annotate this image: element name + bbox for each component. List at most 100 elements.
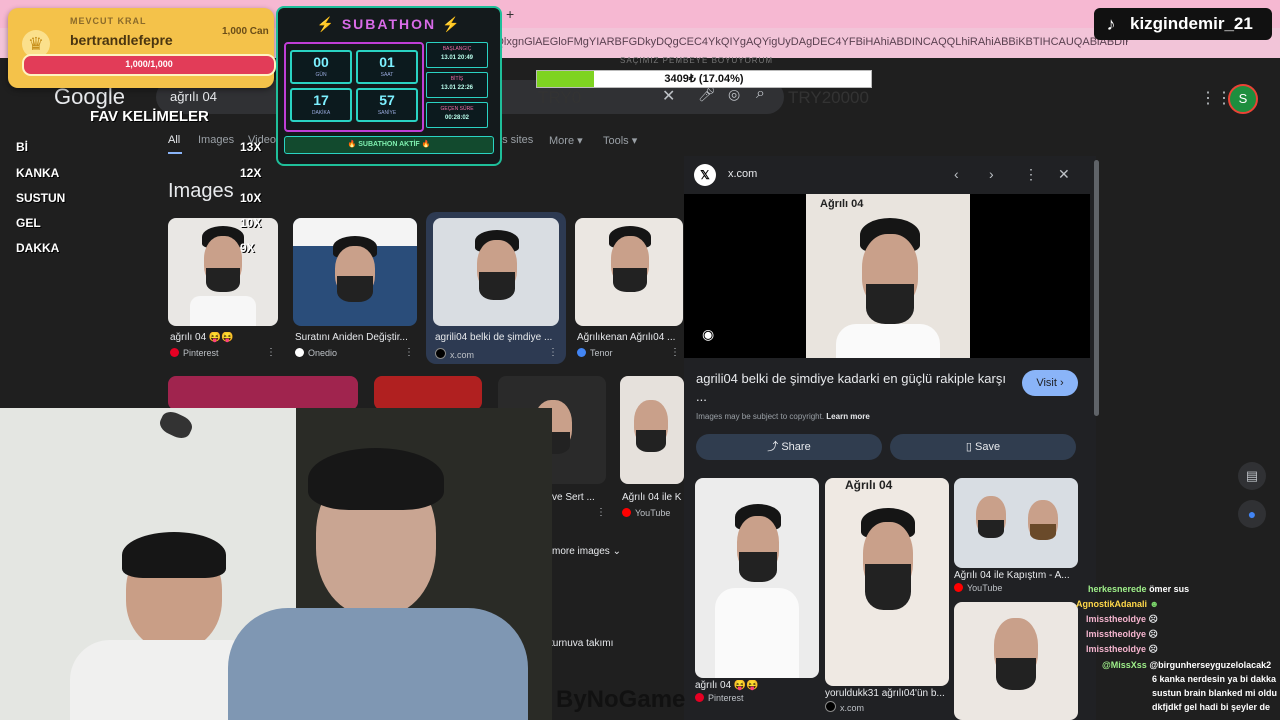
- reading-mode-icon[interactable]: ▤: [1238, 462, 1266, 490]
- avatar[interactable]: S: [1228, 84, 1258, 114]
- tab-more[interactable]: More ▾: [549, 134, 583, 147]
- tiktok-badge: ♪ kizgindemir_21: [1094, 8, 1272, 40]
- chat-user: @MissXss: [1102, 660, 1147, 670]
- chat-message: dkfjdkf gel hadi bi şeyler de: [1152, 702, 1270, 712]
- related-source-3[interactable]: YouTube: [954, 583, 1002, 593]
- tab-all[interactable]: All: [168, 134, 180, 146]
- tab-more-label: More: [549, 135, 575, 147]
- current-king-widget: ♛ MEVCUT KRAL bertrandlefepre 1,000 Can …: [8, 8, 276, 88]
- preview-image[interactable]: Ağrılı 04 ◉: [684, 194, 1090, 358]
- result-image-3[interactable]: [433, 218, 559, 326]
- lens-icon[interactable]: ◎: [728, 86, 740, 103]
- related-caption-2[interactable]: yoruldukk31 ağrılı04'ün b...: [825, 688, 945, 699]
- result-caption-7[interactable]: ve Sert ...: [552, 492, 604, 503]
- related-source-1[interactable]: Pinterest: [695, 693, 744, 703]
- result-caption-1[interactable]: ağrılı 04 😝😝: [170, 332, 290, 343]
- subathon-info: BAŞLANGIÇ 13.01 20:49 BİTİŞ 13.01 22:26 GE…: [426, 42, 492, 128]
- fav-count: 10X: [240, 191, 262, 205]
- result-caption-8[interactable]: Ağrılı 04 ile K: [622, 492, 684, 503]
- url-text[interactable]: AQlxgnGlAEGloFMgYIARBFGDkyDQgCEC4YkQIYgA…: [488, 36, 1128, 48]
- chat-text: dkfjdkf gel hadi bi şeyler de: [1152, 702, 1271, 712]
- result-source-3[interactable]: x.com: [435, 348, 474, 360]
- fav-word: GEL: [16, 216, 41, 230]
- x-icon: [825, 701, 836, 712]
- result-image-6[interactable]: [374, 376, 482, 410]
- tab-underline: [168, 152, 182, 154]
- visit-button[interactable]: Visit ›: [1022, 370, 1078, 396]
- subathon-start: BAŞLANGIÇ 13.01 20:49: [426, 42, 488, 68]
- clear-icon[interactable]: ✕: [662, 86, 675, 106]
- more-options-icon[interactable]: ⋮: [596, 507, 606, 518]
- more-options-icon[interactable]: ⋮: [266, 347, 276, 358]
- result-caption-2[interactable]: Suratını Aniden Değiştir...: [295, 332, 415, 343]
- result-image-5[interactable]: [168, 376, 358, 410]
- goal-max: TRY20000: [788, 88, 869, 107]
- result-source-1[interactable]: Pinterest: [170, 348, 219, 358]
- learn-more-link[interactable]: Learn more: [826, 412, 870, 421]
- image-preview-panel: 𝕏 x.com ‹ › ⋮ ✕ Ağrılı 04 ◉ agrili04 bel…: [684, 156, 1096, 720]
- result-source-4-label: Tenor: [590, 348, 613, 358]
- prev-icon[interactable]: ‹: [954, 166, 959, 182]
- new-tab-button[interactable]: +: [506, 6, 514, 22]
- emote-icon: ☹: [1148, 629, 1158, 639]
- timer-minutes: 17 DAKİKA: [290, 88, 352, 122]
- related-source-2-label: x.com: [840, 703, 865, 713]
- timer-label: SANİYE: [377, 110, 397, 116]
- panel-scrollbar[interactable]: [1094, 160, 1099, 416]
- result-source-4[interactable]: Tenor: [577, 348, 613, 358]
- fav-count: 13X: [240, 140, 262, 154]
- related-image-2[interactable]: Ağrılı 04: [825, 478, 949, 686]
- tiktok-username: kizgindemir_21: [1130, 14, 1253, 33]
- tab-images[interactable]: Images: [198, 134, 234, 146]
- pinterest-icon: [170, 348, 179, 357]
- timer-days: 00 GÜN: [290, 50, 352, 84]
- visit-label: Visit: [1036, 377, 1057, 389]
- subathon-title: ⚡ SUBATHON ⚡: [278, 16, 500, 33]
- result-image-2[interactable]: [293, 218, 417, 326]
- related-source-2[interactable]: x.com: [825, 701, 864, 713]
- more-options-icon[interactable]: ⋮: [548, 347, 558, 358]
- related-image-3[interactable]: [954, 478, 1078, 568]
- more-images-button[interactable]: more images ⌄: [552, 546, 621, 557]
- google-lens-icon[interactable]: ●: [1238, 500, 1266, 528]
- related-source-1-label: Pinterest: [708, 693, 744, 703]
- more-vert-icon[interactable]: ⋮: [1024, 166, 1038, 183]
- chat-text: ömer sus: [1149, 584, 1190, 594]
- result-source-2-label: Onedio: [308, 348, 338, 358]
- result-caption-4[interactable]: Ağrılıkenan Ağrılı04 ...: [577, 332, 681, 343]
- images-heading: Images: [168, 180, 234, 202]
- panel-title[interactable]: agrili04 belki de şimdiye kadarki en güç…: [696, 370, 1006, 406]
- fav-count: 12X: [240, 166, 262, 180]
- result-image-1[interactable]: [168, 218, 278, 326]
- related-caption-1[interactable]: ağrılı 04 😝😝: [695, 680, 815, 691]
- close-icon[interactable]: ✕: [1058, 166, 1070, 183]
- panel-site[interactable]: x.com: [728, 168, 757, 180]
- mic-icon[interactable]: 🎤︎: [698, 86, 716, 103]
- fav-words-title: FAV KELİMELER: [90, 108, 209, 125]
- tab-tools-label: Tools: [603, 135, 629, 147]
- related-search-text[interactable]: turnuva takımı: [550, 638, 613, 649]
- related-caption-3[interactable]: Ağrılı 04 ile Kapıştım - A...: [954, 570, 1078, 581]
- related-image-1[interactable]: [695, 478, 819, 678]
- timer-value: 01: [379, 54, 395, 70]
- lens-icon[interactable]: ◉: [702, 326, 714, 343]
- tab-tools[interactable]: Tools ▾: [603, 134, 637, 147]
- next-icon[interactable]: ›: [989, 166, 994, 182]
- result-image-8[interactable]: [620, 376, 684, 484]
- search-input[interactable]: ağrılı 04: [170, 89, 217, 104]
- timer-label: GÜN: [315, 72, 327, 78]
- related-image-4[interactable]: [954, 602, 1078, 720]
- chat-user: lmisstheoldye: [1086, 644, 1147, 654]
- share-button[interactable]: ⤴ Share: [696, 434, 882, 460]
- info-label: GEÇEN SÜRE: [440, 106, 474, 112]
- result-image-4[interactable]: [575, 218, 683, 326]
- person-right-shirt: [228, 608, 528, 720]
- x-icon: [435, 348, 446, 359]
- result-source-2[interactable]: Onedio: [295, 348, 337, 358]
- result-source-8[interactable]: YouTube: [622, 508, 670, 518]
- save-button[interactable]: ▯ Save: [890, 434, 1076, 460]
- youtube-icon: [622, 508, 631, 517]
- more-options-icon[interactable]: ⋮: [670, 347, 680, 358]
- more-options-icon[interactable]: ⋮: [404, 347, 414, 358]
- result-caption-3[interactable]: agrili04 belki de şimdiye ...: [435, 332, 555, 343]
